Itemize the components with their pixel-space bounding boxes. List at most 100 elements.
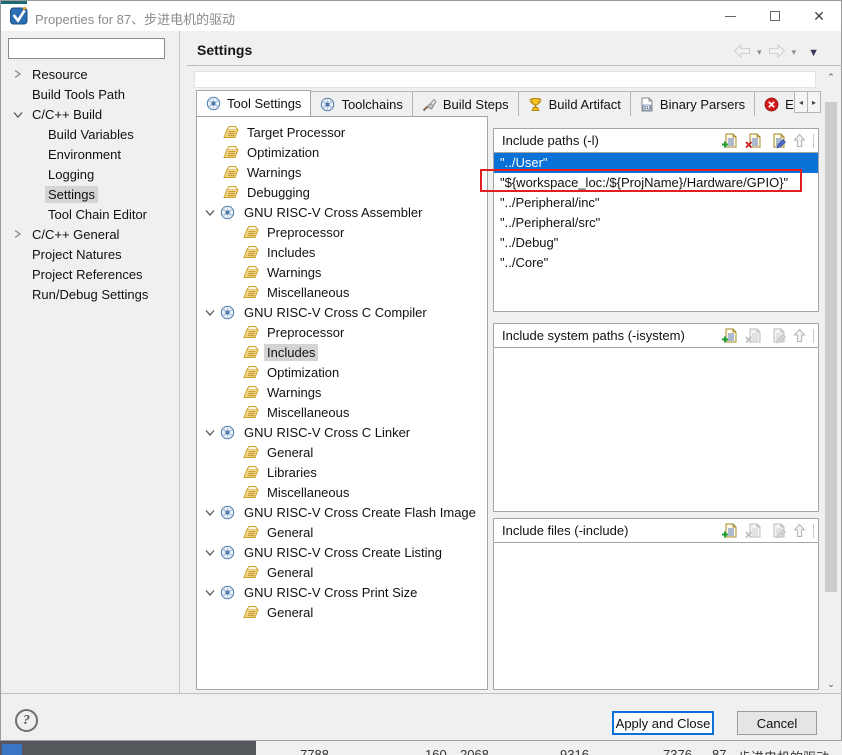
tool-tree-item-preprocessor[interactable]: Preprocessor [197, 222, 487, 242]
clipped-number: 2068 [460, 747, 489, 755]
add-icon[interactable] [721, 133, 738, 149]
tool-tree-item-includes[interactable]: Includes [197, 242, 487, 262]
tab-erro[interactable]: Erro [754, 91, 794, 116]
include-paths-item[interactable]: "../User" [494, 153, 818, 173]
view-menu-icon[interactable]: ▼ [808, 47, 819, 59]
back-menu-caret-icon[interactable]: ▾ [757, 47, 762, 58]
chevron-down-icon[interactable] [203, 308, 217, 317]
sidebar-item-c-c-general[interactable]: C/C++ General [1, 224, 178, 244]
back-icon[interactable] [733, 43, 751, 61]
tool-tree-item-label: General [267, 604, 314, 620]
sidebar-item-build-variables[interactable]: Build Variables [1, 124, 178, 144]
sidebar-item-run-debug-settings[interactable]: Run/Debug Settings [1, 284, 178, 304]
tool-tree-item-gnu-risc-v-cross-create-flash-image[interactable]: GNU RISC-V Cross Create Flash Image [197, 502, 487, 522]
tab-build-steps[interactable]: Build Steps [411, 91, 519, 116]
settings-page-icon [243, 285, 260, 299]
edit-icon[interactable] [769, 133, 786, 149]
help-button[interactable]: ? [15, 709, 38, 732]
tool-tree-item-label: General [267, 564, 314, 580]
scroll-up-icon[interactable]: ⌃ [822, 69, 840, 85]
sidebar-item-logging[interactable]: Logging [1, 164, 178, 184]
apply-and-close-button[interactable]: Apply and Close [612, 711, 714, 735]
tab-scroll-buttons: ◂ ▸ [794, 91, 821, 113]
tool-tree-item-general[interactable]: General [197, 442, 487, 462]
tool-tree-item-miscellaneous[interactable]: Miscellaneous [197, 402, 487, 422]
tool-tree-item-label: GNU RISC-V Cross Print Size [244, 584, 418, 600]
tool-tree-item-gnu-risc-v-cross-create-listing[interactable]: GNU RISC-V Cross Create Listing [197, 542, 487, 562]
tool-tree-item-general[interactable]: General [197, 562, 487, 582]
toolbar-separator [813, 328, 814, 343]
tab-scroll-left-icon[interactable]: ◂ [794, 91, 808, 113]
maximize-button[interactable] [758, 1, 792, 31]
tool-tree-item-gnu-risc-v-cross-c-compiler[interactable]: GNU RISC-V Cross C Compiler [197, 302, 487, 322]
cancel-button[interactable]: Cancel [737, 711, 817, 735]
window-title: Properties for 87、步进电机的驱动 [35, 12, 236, 27]
tool-tree-item-warnings[interactable]: Warnings [197, 262, 487, 282]
delete-icon[interactable] [745, 133, 762, 149]
sidebar-item-project-natures[interactable]: Project Natures [1, 244, 178, 264]
tool-tree-item-miscellaneous[interactable]: Miscellaneous [197, 282, 487, 302]
tab-binary-parsers[interactable]: 010 Binary Parsers [629, 91, 756, 116]
tool-tree-item-warnings[interactable]: Warnings [197, 162, 487, 182]
tool-tree-item-general[interactable]: General [197, 602, 487, 622]
tool-tree-item-includes[interactable]: Includes [197, 342, 487, 362]
tool-tree-item-label: Optimization [247, 144, 320, 160]
toolbar-separator [813, 523, 814, 538]
tool-tree-item-general[interactable]: General [197, 522, 487, 542]
chevron-right-icon[interactable] [10, 69, 25, 79]
filter-input[interactable] [8, 38, 165, 59]
add-icon[interactable] [721, 328, 738, 344]
sidebar-item-build-tools-path[interactable]: Build Tools Path [1, 84, 178, 104]
app-logo-icon [10, 6, 28, 25]
forward-icon[interactable] [768, 43, 786, 61]
tool-tree-item-target-processor[interactable]: Target Processor [197, 122, 487, 142]
tool-disc-icon [220, 305, 237, 320]
tool-disc-icon [206, 96, 221, 111]
sidebar-item-settings[interactable]: Settings [1, 184, 178, 204]
tool-tree-item-preprocessor[interactable]: Preprocessor [197, 322, 487, 342]
include-paths-item[interactable]: "../Debug" [494, 233, 818, 253]
tool-tree-item-miscellaneous[interactable]: Miscellaneous [197, 482, 487, 502]
chevron-down-icon[interactable] [203, 548, 217, 557]
tool-tree-item-optimization[interactable]: Optimization [197, 142, 487, 162]
forward-menu-caret-icon[interactable]: ▾ [792, 47, 797, 58]
tab-toolchains[interactable]: Toolchains [310, 91, 413, 116]
tool-tree-item-label: GNU RISC-V Cross Assembler [244, 204, 423, 220]
scroll-down-icon[interactable]: ⌄ [822, 676, 840, 692]
chevron-down-icon[interactable] [203, 208, 217, 217]
tab-label: Binary Parsers [659, 96, 746, 112]
tab-tool-settings[interactable]: Tool Settings [196, 90, 312, 116]
tool-tree-item-gnu-risc-v-cross-c-linker[interactable]: GNU RISC-V Cross C Linker [197, 422, 487, 442]
chevron-down-icon[interactable] [203, 428, 217, 437]
add-icon[interactable] [721, 523, 738, 539]
tool-tree-item-label: Libraries [267, 464, 317, 480]
include-paths-item[interactable]: "../Peripheral/inc" [494, 193, 818, 213]
sidebar-item-c-c-build[interactable]: C/C++ Build [1, 104, 178, 124]
chevron-down-icon[interactable] [10, 110, 25, 119]
sidebar-item-project-references[interactable]: Project References [1, 264, 178, 284]
include-paths-list: "../User" "${workspace_loc:/${ProjName}/H… [494, 153, 818, 311]
scrollbar-thumb[interactable] [825, 102, 837, 592]
chevron-down-icon[interactable] [203, 508, 217, 517]
sidebar-item-tool-chain-editor[interactable]: Tool Chain Editor [1, 204, 178, 224]
tab-build-artifact[interactable]: Build Artifact [517, 91, 631, 116]
tool-tree-item-debugging[interactable]: Debugging [197, 182, 487, 202]
include-system-paths-panel: Include system paths (-isystem) [493, 323, 819, 512]
chevron-right-icon[interactable] [10, 229, 25, 239]
chevron-down-icon[interactable] [203, 588, 217, 597]
tool-tree-item-gnu-risc-v-cross-assembler[interactable]: GNU RISC-V Cross Assembler [197, 202, 487, 222]
tool-tree-item-optimization[interactable]: Optimization [197, 362, 487, 382]
tool-tree-item-libraries[interactable]: Libraries [197, 462, 487, 482]
tab-scroll-right-icon[interactable]: ▸ [807, 91, 821, 113]
vertical-scrollbar[interactable]: ⌃ ⌄ [822, 69, 840, 692]
sidebar-item-environment[interactable]: Environment [1, 144, 178, 164]
include-paths-item[interactable]: "../Peripheral/src" [494, 213, 818, 233]
include-paths-item[interactable]: "${workspace_loc:/${ProjName}/Hardware/G… [494, 173, 818, 193]
tool-tree-item-gnu-risc-v-cross-print-size[interactable]: GNU RISC-V Cross Print Size [197, 582, 487, 602]
minimize-button[interactable] [713, 1, 747, 31]
close-button[interactable]: ✕ [802, 1, 836, 31]
tool-tree-item-warnings[interactable]: Warnings [197, 382, 487, 402]
title-bar[interactable]: Properties for 87、步进电机的驱动 ✕ [1, 1, 841, 31]
sidebar-item-resource[interactable]: Resource [1, 64, 178, 84]
include-paths-item[interactable]: "../Core" [494, 253, 818, 273]
